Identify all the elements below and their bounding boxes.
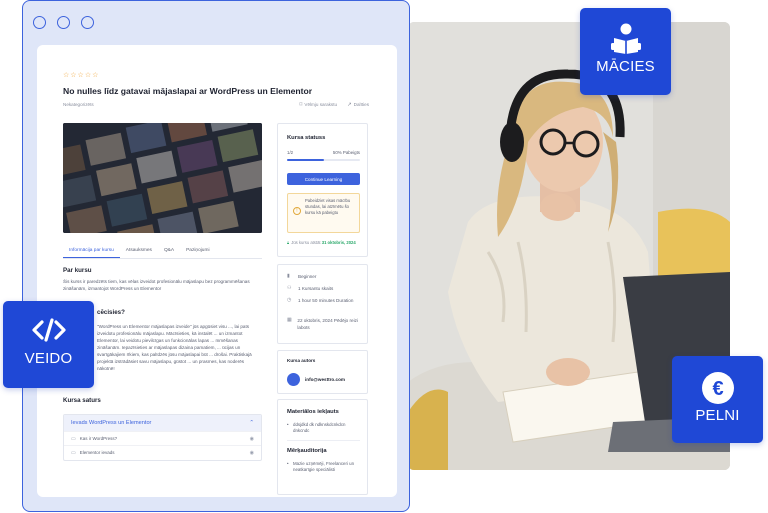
meta-text: Beginner — [298, 274, 317, 279]
course-title: No nulles līdz gatavai mājaslapai ar Wor… — [63, 86, 313, 96]
audience-item: Mazie uzņēmēji, Freelanceri un neatkarīg… — [287, 461, 363, 473]
about-text: Šis kurss ir paredzēts tiem, kas vēlas i… — [63, 279, 250, 291]
stage: ☆☆☆☆☆ No nulles līdz gatavai mājaslapai … — [0, 0, 768, 513]
access-prefix: Jūs kursu atstāt — [291, 240, 321, 245]
rating-stars[interactable]: ☆☆☆☆☆ — [63, 71, 99, 79]
meta-updated: ▦ 22 oktobris, 2024 Pēdējo reizi labots — [287, 317, 365, 331]
author-email[interactable]: info@westtro.com — [305, 377, 345, 382]
why-text: "WordPress un Elementor mājaslapas izvei… — [97, 324, 252, 371]
info-icon: ! — [293, 207, 301, 215]
meta-text: 1 Kursantu skaits — [298, 286, 334, 291]
course-meta-card: ▮ Beginner ⚇ 1 Kursantu skaits ◷ 1 hour 50 … — [277, 264, 368, 344]
wishlist-label: Vēlmju sarakstu — [304, 102, 338, 107]
section-title: Ievads WordPress un Elementor — [71, 420, 152, 426]
euro-coin-icon: € — [701, 372, 734, 404]
calendar-icon: ▦ — [287, 317, 292, 323]
course-category[interactable]: Nekategorizēts — [63, 102, 94, 107]
clock-icon: ◷ — [287, 297, 292, 303]
lesson-item[interactable]: ▭ Elementor ievads ◉ — [64, 445, 261, 459]
course-page: ☆☆☆☆☆ No nulles līdz gatavai mājaslapai … — [37, 45, 397, 497]
document-icon: ▭ — [71, 435, 76, 442]
avatar[interactable] — [287, 373, 300, 386]
author-label: Kursa autors — [287, 358, 316, 363]
meta-duration: ◷ 1 hour 50 minutes Duration — [287, 297, 365, 304]
about-heading: Par kursu — [63, 267, 92, 274]
meta-text: 22 oktobris, 2024 Pēdējo reizi labots — [297, 318, 358, 330]
details-card: Materiālos iekļauts ddsjdkd dk ndknskdcn… — [277, 399, 368, 495]
share-label: Dalīties — [353, 102, 369, 107]
eye-icon: ◉ — [249, 449, 254, 456]
tab-qa[interactable]: Q&A — [158, 245, 180, 258]
materials-heading: Materiālos iekļauts — [287, 409, 339, 415]
meta-text: 1 hour 50 minutes Duration — [298, 298, 354, 303]
learn-badge-label: MĀCIES — [596, 58, 655, 75]
reader-icon — [610, 23, 641, 54]
course-actions: ⌑ Vēlmju sarakstu ↗ Dalīties — [300, 102, 369, 108]
course-thumbnail[interactable] — [63, 123, 262, 233]
lock-icon: 🔒︎ — [287, 240, 290, 245]
course-curriculum: Ievads WordPress un Elementor ⌃ ▭ Kas ir … — [63, 414, 262, 461]
share-button[interactable]: ↗ Dalīties — [347, 102, 369, 108]
document-icon: ▭ — [71, 449, 76, 456]
meta-level: ▮ Beginner — [287, 273, 316, 280]
materials-item: ddsjdkd dk ndknskdcnkdcn dnkcndc — [287, 422, 363, 434]
notice-text: Pabeidziet visas mācību stundas, lai atz… — [305, 198, 351, 215]
why-heading: cēcisies? — [97, 309, 125, 316]
access-date: 31 oktobris, 2024 — [321, 240, 356, 245]
lesson-title: Elementor ievads — [79, 450, 115, 455]
tab-course-info[interactable]: Informācija par kursu — [63, 245, 120, 258]
progress-count: 1/2 — [287, 150, 294, 155]
continue-learning-button[interactable]: Continue Learning — [287, 173, 360, 185]
status-title: Kursa statuss — [287, 135, 326, 141]
progress-percent: 50% Pabeigts — [332, 150, 360, 155]
chevron-up-icon: ⌃ — [249, 420, 254, 426]
earn-badge-label: PELNI — [695, 407, 740, 424]
meta-students: ⚇ 1 Kursantu skaits — [287, 285, 333, 292]
share-icon: ↗ — [347, 102, 352, 108]
earn-badge: € PELNI — [672, 356, 763, 443]
level-icon: ▮ — [287, 273, 290, 279]
window-controls — [33, 16, 94, 29]
window-dot-minimize[interactable] — [57, 16, 70, 29]
access-info: 🔒︎ Jūs kursu atstāt 31 oktobris, 2024 — [287, 240, 365, 246]
code-icon — [31, 318, 66, 342]
wishlist-button[interactable]: ⌑ Vēlmju sarakstu — [300, 102, 338, 108]
tab-announcements[interactable]: Paziņojumi — [180, 245, 215, 258]
bookmark-icon: ⌑ — [299, 102, 303, 108]
eye-icon: ◉ — [249, 435, 254, 442]
lesson-item[interactable]: ▭ Kas ir WordPress? ◉ — [64, 431, 261, 445]
window-dot-close[interactable] — [33, 16, 46, 29]
curriculum-section-header[interactable]: Ievads WordPress un Elementor ⌃ — [64, 415, 261, 431]
progress-text: 1/2 50% Pabeigts — [287, 150, 360, 155]
lesson-title: Kas ir WordPress? — [79, 436, 118, 441]
content-heading: Kursa saturs — [63, 397, 101, 404]
browser-window: ☆☆☆☆☆ No nulles līdz gatavai mājaslapai … — [22, 0, 410, 512]
progress-bar — [287, 159, 360, 161]
course-tabs: Informācija par kursu Atsauksmes Q&A Paz… — [63, 245, 262, 259]
create-badge-label: VEIDO — [24, 350, 73, 367]
create-badge: VEIDO — [3, 301, 94, 388]
audience-heading: Mērķauditorija — [287, 448, 327, 454]
divider — [287, 440, 360, 441]
progress-bar-fill — [287, 159, 324, 161]
completion-notice: ! Pabeidziet visas mācību stundas, lai a… — [287, 193, 360, 233]
learn-badge: MĀCIES — [580, 8, 671, 95]
author-card: Kursa autors info@westtro.com — [277, 350, 368, 394]
tab-reviews[interactable]: Atsauksmes — [120, 245, 158, 258]
window-dot-maximize[interactable] — [81, 16, 94, 29]
svg-text:€: € — [712, 378, 723, 400]
course-status-card: Kursa statuss 1/2 50% Pabeigts Continue … — [277, 123, 368, 257]
course-sidebar: Kursa statuss 1/2 50% Pabeigts Continue … — [277, 123, 368, 497]
students-icon: ⚇ — [287, 285, 292, 291]
